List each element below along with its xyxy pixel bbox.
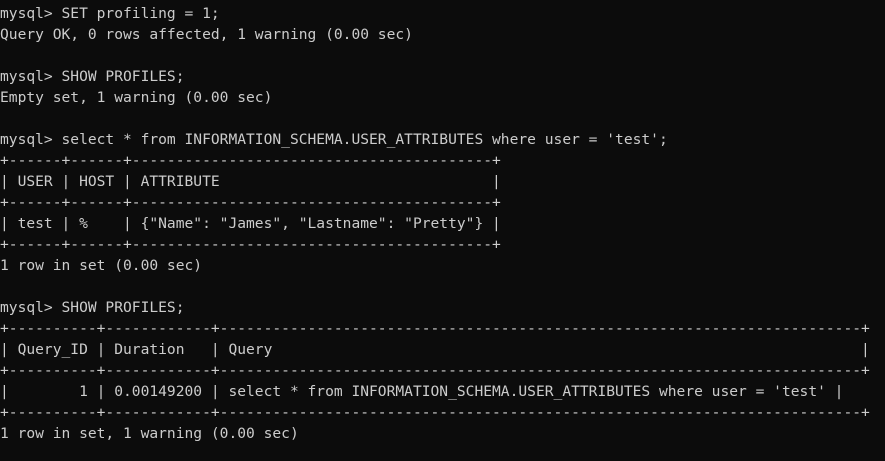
output-line-row-count: 1 row in set (0.00 sec) bbox=[0, 257, 203, 274]
table-header-row: | Query_ID | Duration | Query | bbox=[0, 341, 870, 358]
terminal-window[interactable]: mysql> SET profiling = 1; Query OK, 0 ro… bbox=[0, 0, 885, 461]
table-border-line: +----------+------------+---------------… bbox=[0, 404, 870, 421]
table-header-row: | USER | HOST | ATTRIBUTE | bbox=[0, 173, 501, 190]
table-border-line: +------+------+-------------------------… bbox=[0, 236, 501, 253]
output-line-query-ok: Query OK, 0 rows affected, 1 warning (0.… bbox=[0, 26, 413, 43]
table-data-row: | test | % | {"Name": "James", "Lastname… bbox=[0, 215, 501, 232]
table-data-row: | 1 | 0.00149200 | select * from INFORMA… bbox=[0, 383, 844, 400]
output-line-empty-set: Empty set, 1 warning (0.00 sec) bbox=[0, 89, 273, 106]
table-border-line: +------+------+-------------------------… bbox=[0, 152, 501, 169]
prompt-line-select-user-attributes: mysql> select * from INFORMATION_SCHEMA.… bbox=[0, 131, 668, 148]
prompt-line-set-profiling: mysql> SET profiling = 1; bbox=[0, 5, 220, 22]
table-border-line: +----------+------------+---------------… bbox=[0, 320, 870, 337]
prompt-line-show-profiles: mysql> SHOW PROFILES; bbox=[0, 299, 185, 316]
table-border-line: +------+------+-------------------------… bbox=[0, 194, 501, 211]
table-border-line: +----------+------------+---------------… bbox=[0, 362, 870, 379]
prompt-line-show-profiles: mysql> SHOW PROFILES; bbox=[0, 68, 185, 85]
output-line-row-count-warning: 1 row in set, 1 warning (0.00 sec) bbox=[0, 425, 299, 442]
